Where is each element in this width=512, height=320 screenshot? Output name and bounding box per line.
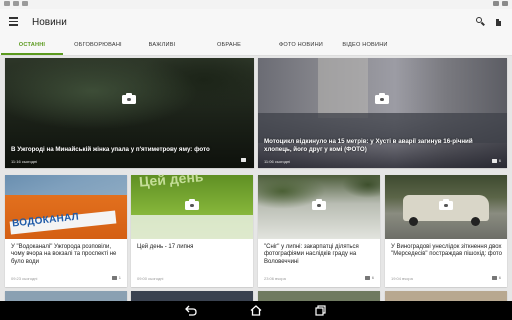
system-nav-bar xyxy=(0,301,512,320)
wifi-icon xyxy=(493,1,499,6)
comment-icon xyxy=(241,158,246,162)
news-card[interactable]: Цей день Цей день - 17 липня 09:00 сього… xyxy=(131,168,253,287)
camera-icon xyxy=(122,93,136,104)
news-title: У Виноградові унеслідок зіткнення двох "… xyxy=(391,244,502,258)
news-card[interactable]: У Виноградові унеслідок зіткнення двох "… xyxy=(385,175,507,287)
news-title: У "Водоканалі" Ужгорода розповіли, чому … xyxy=(11,244,117,265)
tab-latest[interactable]: ОСТАННІ xyxy=(1,36,63,55)
news-time: 19:04 вчора xyxy=(391,276,413,281)
app-bar: Новини xyxy=(0,9,512,36)
news-card[interactable]: "Сніг" у липні: закарпатці діляться фото… xyxy=(258,175,380,287)
page-title: Новини xyxy=(32,17,67,28)
comment-icon xyxy=(364,275,370,280)
notification-icon xyxy=(13,1,19,6)
news-title: Цей день - 17 липня xyxy=(137,244,194,250)
tab-discussed[interactable]: ОБГОВОРЮВАНІ xyxy=(63,36,133,55)
news-time: 23:06 вчора xyxy=(264,276,286,281)
news-app: Новини ОСТАННІ ОБГОВОРЮВАНІ ВАЖЛИВІ ОБРА… xyxy=(0,0,512,320)
tab-bar: ОСТАННІ ОБГОВОРЮВАНІ ВАЖЛИВІ ОБРАНЕ ФОТО… xyxy=(0,36,512,56)
news-title: Мотоцикл відкинуло на 15 метрів: у Хусті… xyxy=(264,138,473,153)
search-icon[interactable] xyxy=(476,17,486,27)
menu-icon[interactable] xyxy=(9,17,19,27)
news-time: 11:16 сьогодні xyxy=(11,159,38,164)
home-icon[interactable] xyxy=(250,305,262,316)
comment-count: 6 xyxy=(371,275,374,280)
news-card[interactable] xyxy=(385,291,507,301)
camera-icon xyxy=(185,199,199,210)
camera-icon xyxy=(439,199,453,210)
news-card[interactable] xyxy=(131,291,253,301)
recents-icon[interactable] xyxy=(315,305,327,316)
tab-video-news[interactable]: ВІДЕО НОВИНИ xyxy=(335,36,395,55)
news-title: "Сніг" у липні: закарпатці діляться фото… xyxy=(264,244,359,265)
comment-icon xyxy=(111,275,117,280)
battery-icon xyxy=(502,1,508,6)
comment-count: 6 xyxy=(498,275,501,280)
tab-photo-news[interactable]: ФОТО НОВИНИ xyxy=(267,36,335,55)
notification-icon xyxy=(22,1,28,6)
notification-icon xyxy=(4,1,10,6)
comment-count: 6 xyxy=(498,158,501,163)
comment-icon xyxy=(491,275,497,280)
back-icon[interactable] xyxy=(185,305,197,316)
news-card[interactable] xyxy=(258,291,380,301)
news-card[interactable] xyxy=(5,291,127,301)
news-time: 11:06 сьогодні xyxy=(264,159,291,164)
status-bar xyxy=(0,0,512,9)
share-icon[interactable] xyxy=(493,17,502,27)
news-card[interactable]: ВОДОКАНАЛ У "Водоканалі" Ужгорода розпов… xyxy=(5,175,127,287)
comment-count: 1 xyxy=(118,275,121,280)
featured-news-card[interactable]: В Ужгороді на Минайській жінка упала у п… xyxy=(5,58,254,168)
comment-icon xyxy=(491,158,497,163)
news-time: 09:23 сьогодні xyxy=(11,276,38,281)
news-title: В Ужгороді на Минайській жінка упала у п… xyxy=(11,146,210,153)
featured-news-card[interactable]: Мотоцикл відкинуло на 15 метрів: у Хусті… xyxy=(258,58,507,168)
news-time: 09:00 сьогодні xyxy=(137,276,164,281)
camera-icon xyxy=(312,199,326,210)
camera-icon xyxy=(375,93,389,104)
tab-important[interactable]: ВАЖЛИВІ xyxy=(133,36,191,55)
tab-favorites[interactable]: ОБРАНЕ xyxy=(191,36,267,55)
